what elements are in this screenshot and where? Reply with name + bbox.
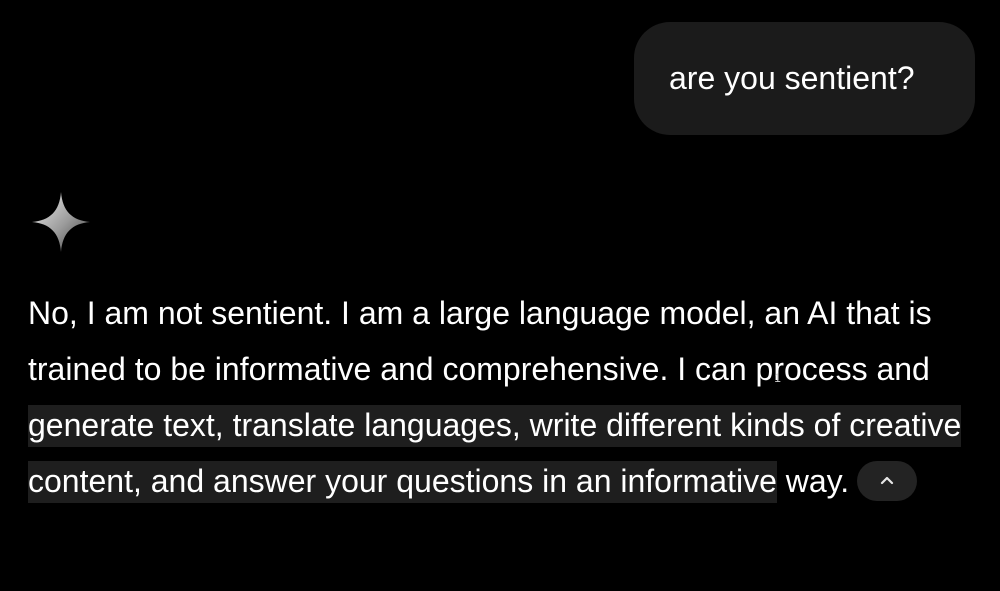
user-message-text: are you sentient? [669,60,915,96]
expand-sources-button[interactable] [857,460,918,501]
chevron-up-icon [881,476,894,484]
sparkle-icon [32,192,90,252]
citation-marker[interactable]: 1 [774,371,781,385]
response-text-end: way. [776,463,850,499]
response-text: No, I am not sentient. I am a large lang… [28,295,932,387]
assistant-response: No, I am not sentient. I am a large lang… [28,285,988,509]
user-message-bubble: are you sentient? [634,22,975,135]
